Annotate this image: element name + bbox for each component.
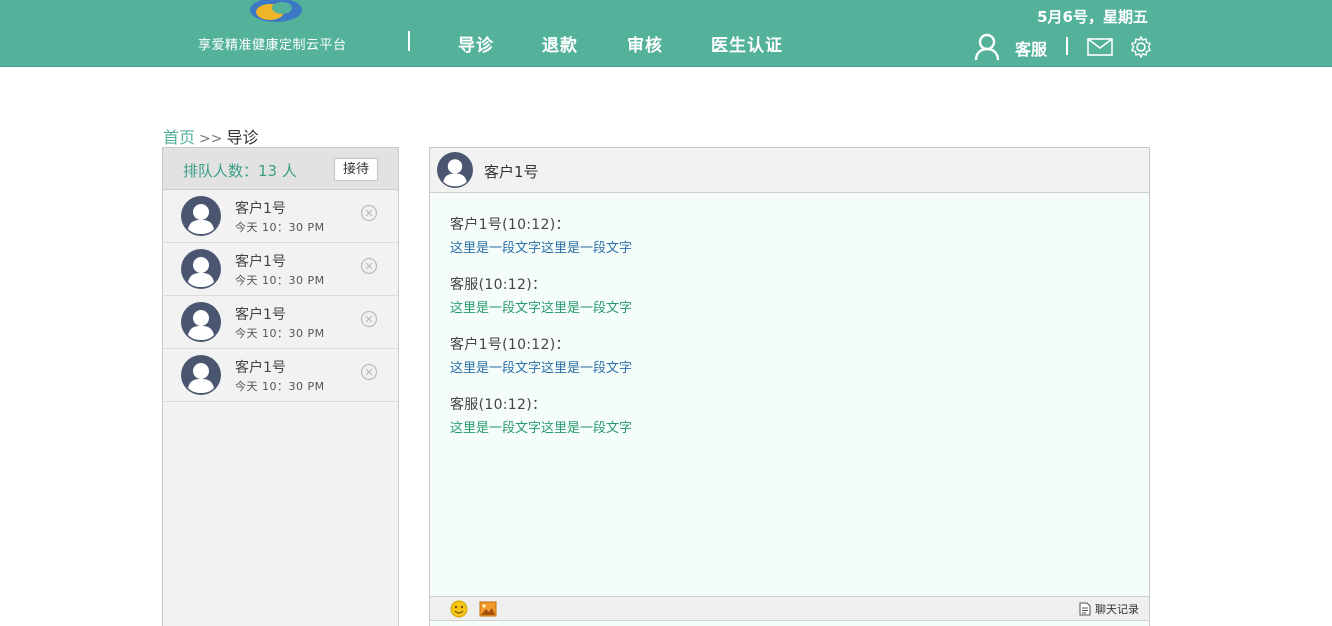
chat-history-link[interactable]: 聊天记录 [1079, 601, 1139, 617]
chat-message: 客服(10:12)： 这里是一段文字这里是一段文字 [450, 274, 632, 316]
nav-doctor-certification[interactable]: 医生认证 [711, 31, 783, 56]
breadcrumb-separator: >> [199, 131, 223, 147]
avatar-icon [181, 355, 221, 395]
chat-message: 客户1号(10:12)： 这里是一段文字这里是一段文字 [450, 334, 632, 376]
close-icon[interactable] [360, 204, 378, 222]
queue-item-name: 客户1号 [235, 254, 286, 270]
brand-name: 享爱精准健康定制云平台 [198, 38, 347, 53]
queue-count: 排队人数：13 人 [183, 162, 297, 180]
queue-header: 排队人数：13 人 接待 [163, 148, 398, 190]
header-divider [408, 31, 410, 51]
close-icon[interactable] [360, 363, 378, 381]
chat-panel: 客户1号 客户1号(10:12)： 这里是一段文字这里是一段文字 客服(10:1… [429, 147, 1150, 626]
message-text: 这里是一段文字这里是一段文字 [450, 301, 633, 316]
nav-review[interactable]: 审核 [627, 31, 663, 56]
message-text: 这里是一段文字这里是一段文字 [450, 361, 633, 376]
queue-item[interactable]: 客户1号 今天 10：30 PM [163, 296, 398, 349]
chat-message: 客服(10:12)： 这里是一段文字这里是一段文字 [450, 394, 632, 436]
current-date: 5月6号，星期五 [1037, 8, 1148, 26]
gear-icon[interactable] [1129, 35, 1153, 59]
close-icon[interactable] [360, 310, 378, 328]
message-meta: 客户1号(10:12)： [450, 337, 570, 353]
avatar-icon [181, 196, 221, 236]
accept-button[interactable]: 接待 [334, 158, 378, 181]
chat-message: 客户1号(10:12)： 这里是一段文字这里是一段文字 [450, 214, 632, 256]
queue-item-name: 客户1号 [235, 307, 286, 323]
message-meta: 客服(10:12)： [450, 397, 547, 413]
queue-item-name: 客户1号 [235, 201, 286, 217]
avatar-icon [181, 249, 221, 289]
breadcrumb: 首页 >> 导诊 [163, 124, 259, 148]
close-icon[interactable] [360, 257, 378, 275]
header-divider-2 [1066, 37, 1068, 55]
queue-item-time: 今天 10：30 PM [235, 327, 325, 340]
logo-icon [250, 0, 302, 22]
queue-item-name: 客户1号 [235, 360, 286, 376]
chat-history-label: 聊天记录 [1095, 603, 1139, 616]
queue-panel: 排队人数：13 人 接待 客户1号 今天 10：30 PM 客户1号 今天 10… [162, 147, 399, 626]
avatar-icon [181, 302, 221, 342]
emoji-icon[interactable] [450, 600, 468, 618]
message-meta: 客户1号(10:12)： [450, 217, 570, 233]
nav-triage[interactable]: 导诊 [458, 31, 494, 56]
queue-item-time: 今天 10：30 PM [235, 380, 325, 393]
queue-item[interactable]: 客户1号 今天 10：30 PM [163, 243, 398, 296]
mail-icon[interactable] [1087, 38, 1113, 56]
message-text: 这里是一段文字这里是一段文字 [450, 421, 633, 436]
breadcrumb-home[interactable]: 首页 [163, 128, 195, 147]
image-icon[interactable] [479, 601, 497, 617]
chat-toolbar: 聊天记录 [430, 596, 1149, 621]
message-meta: 客服(10:12)： [450, 277, 547, 293]
top-header: 享爱精准健康定制云平台 导诊 退款 审核 医生认证 5月6号，星期五 客服 [0, 0, 1332, 67]
queue-item-time: 今天 10：30 PM [235, 221, 325, 234]
breadcrumb-current: 导诊 [226, 128, 259, 147]
user-name[interactable]: 客服 [1015, 36, 1047, 60]
chat-header: 客户1号 [430, 148, 1149, 193]
queue-item[interactable]: 客户1号 今天 10：30 PM [163, 349, 398, 402]
nav-refund[interactable]: 退款 [542, 31, 578, 56]
chat-title: 客户1号 [484, 163, 539, 181]
message-text: 这里是一段文字这里是一段文字 [450, 241, 633, 256]
avatar-icon [437, 152, 473, 188]
document-icon [1079, 602, 1091, 616]
queue-item-time: 今天 10：30 PM [235, 274, 325, 287]
user-icon[interactable] [974, 33, 1000, 61]
queue-item[interactable]: 客户1号 今天 10：30 PM [163, 190, 398, 243]
